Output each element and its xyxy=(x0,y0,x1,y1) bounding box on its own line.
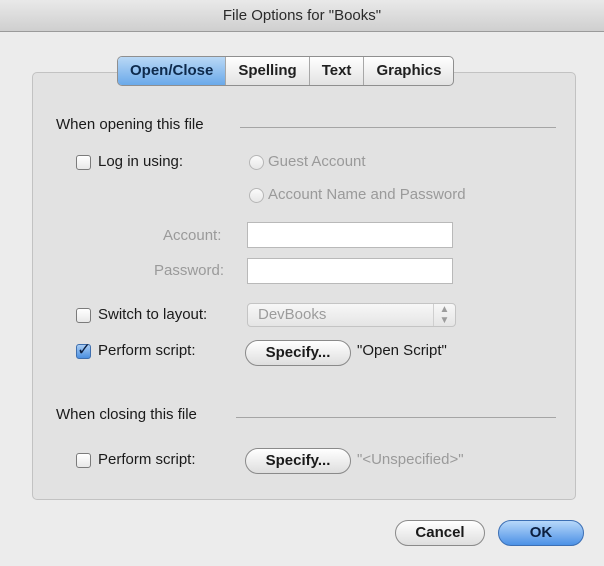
open-perform-script-checkbox[interactable]: ✓ xyxy=(76,340,91,359)
window-title: File Options for "Books" xyxy=(0,0,604,32)
opening-section-divider xyxy=(240,127,556,128)
opening-section-label: When opening this file xyxy=(56,116,204,133)
switch-layout-label: Switch to layout: xyxy=(98,306,208,323)
close-perform-script-label: Perform script: xyxy=(98,451,196,468)
tab-open-close[interactable]: Open/Close xyxy=(118,57,227,85)
login-checkbox[interactable] xyxy=(76,155,91,170)
tab-bar: Open/Close Spelling Text Graphics xyxy=(117,56,455,86)
guest-account-label: Guest Account xyxy=(268,153,366,170)
tab-spelling[interactable]: Spelling xyxy=(226,57,310,85)
account-password-radio[interactable] xyxy=(249,188,264,203)
file-options-dialog: File Options for "Books" Open/Close Spel… xyxy=(0,0,604,566)
tab-graphics[interactable]: Graphics xyxy=(364,57,453,85)
ok-button[interactable]: OK xyxy=(498,520,584,546)
open-script-name: "Open Script" xyxy=(357,342,447,359)
closing-section-label: When closing this file xyxy=(56,406,197,423)
layout-select[interactable]: DevBooks ▲ ▼ xyxy=(247,303,456,327)
account-field-label: Account: xyxy=(163,227,222,244)
options-panel xyxy=(32,72,576,500)
tab-text[interactable]: Text xyxy=(310,57,365,85)
layout-select-value: DevBooks xyxy=(258,306,327,323)
cancel-button[interactable]: Cancel xyxy=(395,520,485,546)
open-perform-script-label: Perform script: xyxy=(98,342,196,359)
switch-layout-checkbox[interactable] xyxy=(76,308,91,323)
close-specify-button[interactable]: Specify... xyxy=(245,448,351,474)
updown-arrows-icon: ▲ ▼ xyxy=(433,304,455,326)
close-script-name: "<Unspecified>" xyxy=(357,451,464,468)
open-specify-button[interactable]: Specify... xyxy=(245,340,351,366)
closing-section-divider xyxy=(236,417,556,418)
guest-account-radio[interactable] xyxy=(249,155,264,170)
close-perform-script-checkbox[interactable] xyxy=(76,453,91,468)
login-checkbox-label: Log in using: xyxy=(98,153,184,170)
account-field[interactable] xyxy=(247,222,453,248)
checkmark-icon: ✓ xyxy=(77,340,92,359)
account-password-label: Account Name and Password xyxy=(268,186,466,203)
password-field-label: Password: xyxy=(154,262,225,279)
password-field[interactable] xyxy=(247,258,453,284)
